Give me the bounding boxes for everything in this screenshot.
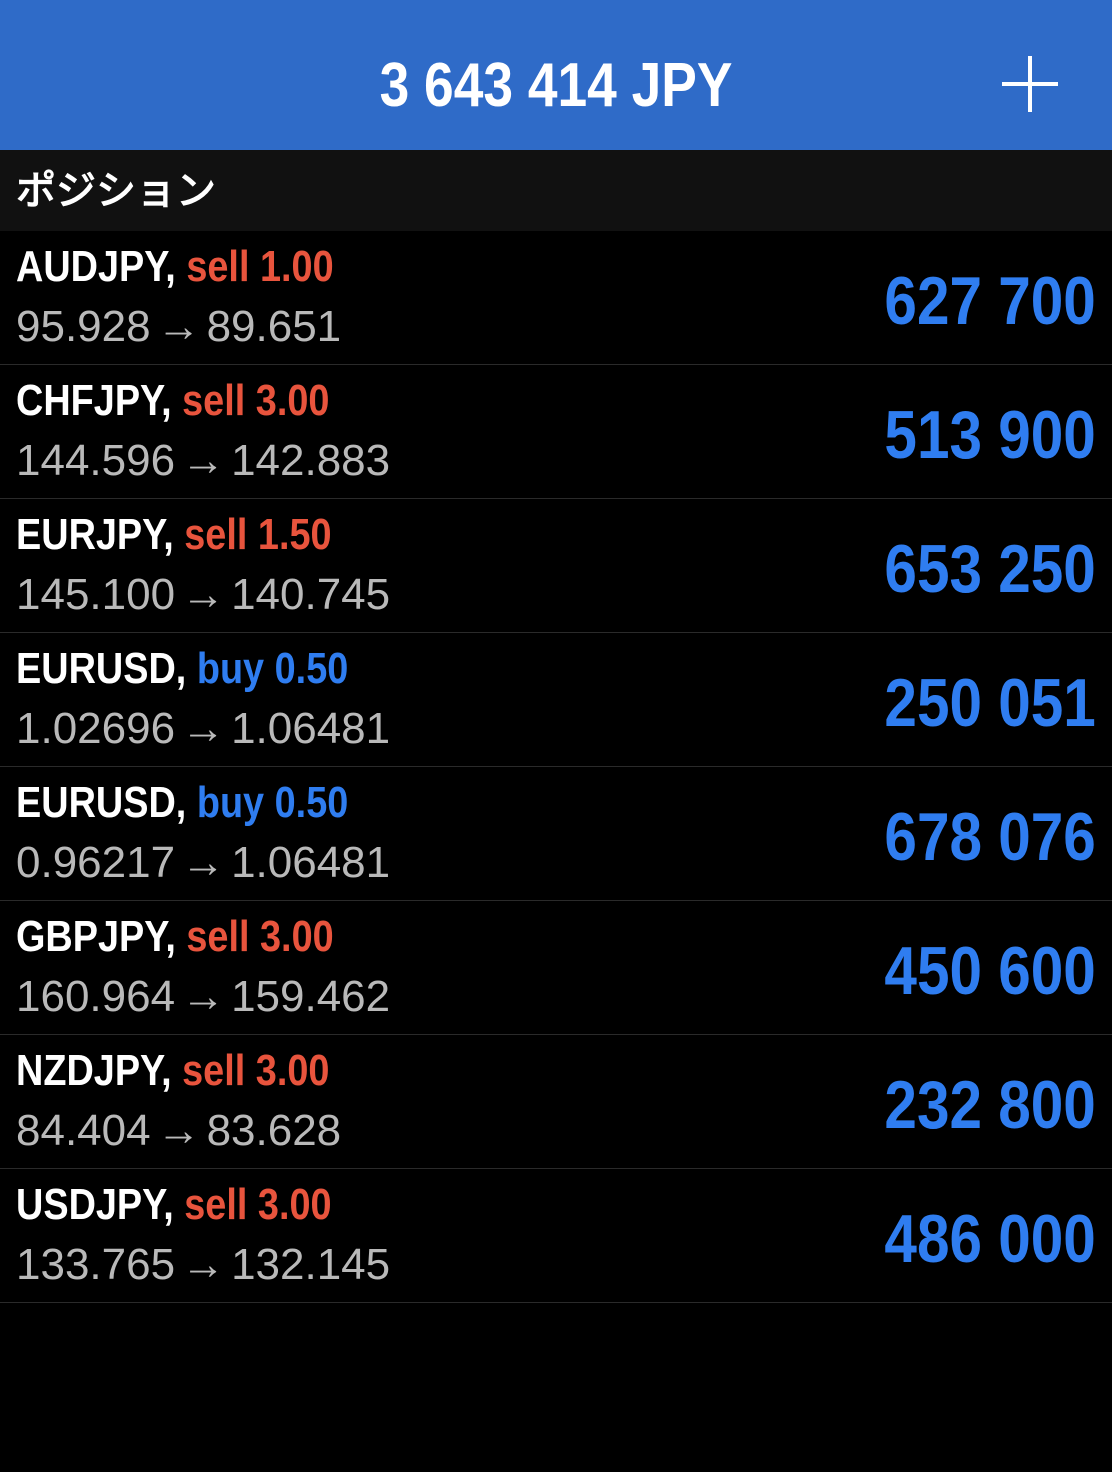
current-price: 132.145 [231, 1240, 391, 1289]
position-row[interactable]: EURUSD, buy 0.50 1.02696 → 1.06481 250 051 [0, 633, 1112, 767]
position-side: buy [196, 644, 265, 693]
position-symbol: USDJPY, [16, 1180, 174, 1229]
position-lots: 3.00 [257, 1180, 332, 1229]
arrow-right-icon: → [181, 704, 226, 753]
current-price: 1.06481 [231, 838, 391, 887]
position-row[interactable]: NZDJPY, sell 3.00 84.404 → 83.628 232 800 [0, 1035, 1112, 1169]
position-side: sell [182, 1046, 246, 1095]
position-profit: 486 000 [884, 1201, 1096, 1277]
position-side: buy [196, 778, 265, 827]
open-price: 0.96217 [16, 838, 176, 887]
open-price: 144.596 [16, 436, 176, 485]
position-lots: 3.00 [255, 376, 330, 425]
balance-header: 3 643 414 JPY [0, 0, 1112, 150]
arrow-right-icon: → [181, 1240, 226, 1289]
position-symbol: AUDJPY, [16, 242, 176, 291]
current-price: 159.462 [231, 972, 391, 1021]
position-symbol: CHFJPY, [16, 376, 172, 425]
position-row[interactable]: EURJPY, sell 1.50 145.100 → 140.745 653 25… [0, 499, 1112, 633]
section-title: ポジション [16, 168, 216, 214]
current-price: 1.06481 [231, 704, 391, 753]
open-price: 133.765 [16, 1240, 176, 1289]
arrow-right-icon: → [156, 1106, 201, 1155]
add-button[interactable] [1002, 56, 1058, 112]
arrow-right-icon: → [156, 302, 201, 351]
position-side: sell [182, 376, 246, 425]
position-symbol: EURUSD, [16, 778, 187, 827]
open-price: 1.02696 [16, 704, 176, 753]
position-lots: 0.50 [274, 644, 349, 693]
positions-list: AUDJPY, sell 1.00 95.928 → 89.651 627 700 … [0, 231, 1112, 1303]
position-lots: 1.50 [257, 510, 332, 559]
position-profit: 450 600 [884, 933, 1096, 1009]
balance-total: 3 643 414 JPY [379, 51, 733, 120]
position-profit: 513 900 [884, 397, 1096, 473]
open-price: 95.928 [16, 302, 151, 351]
position-lots: 1.00 [259, 242, 334, 291]
positions-section-header: ポジション [0, 150, 1112, 231]
position-side: sell [186, 912, 250, 961]
position-side: sell [184, 510, 248, 559]
position-symbol: NZDJPY, [16, 1046, 172, 1095]
position-lots: 0.50 [274, 778, 349, 827]
position-row[interactable]: AUDJPY, sell 1.00 95.928 → 89.651 627 700 [0, 231, 1112, 365]
position-row[interactable]: USDJPY, sell 3.00 133.765 → 132.145 486 00… [0, 1169, 1112, 1303]
position-profit: 627 700 [884, 263, 1096, 339]
open-price: 84.404 [16, 1106, 151, 1155]
current-price: 89.651 [206, 302, 342, 351]
arrow-right-icon: → [181, 436, 226, 485]
position-lots: 3.00 [260, 912, 334, 961]
position-side: sell [184, 1180, 248, 1229]
arrow-right-icon: → [181, 570, 226, 619]
arrow-right-icon: → [181, 838, 226, 887]
open-price: 145.100 [16, 570, 176, 619]
position-row[interactable]: GBPJPY, sell 3.00 160.964 → 159.462 450 60… [0, 901, 1112, 1035]
position-symbol: GBPJPY, [16, 912, 176, 961]
position-row[interactable]: CHFJPY, sell 3.00 144.596 → 142.883 513 90… [0, 365, 1112, 499]
position-profit: 232 800 [884, 1067, 1096, 1143]
position-row[interactable]: EURUSD, buy 0.50 0.96217 → 1.06481 678 076 [0, 767, 1112, 901]
position-profit: 678 076 [884, 799, 1096, 875]
position-lots: 3.00 [255, 1046, 330, 1095]
open-price: 160.964 [16, 972, 176, 1021]
position-profit: 250 051 [884, 665, 1096, 741]
current-price: 83.628 [206, 1106, 342, 1155]
position-side: sell [186, 242, 250, 291]
current-price: 140.745 [231, 570, 391, 619]
current-price: 142.883 [231, 436, 391, 485]
position-profit: 653 250 [884, 531, 1096, 607]
arrow-right-icon: → [181, 972, 226, 1021]
position-symbol: EURJPY, [16, 510, 174, 559]
position-symbol: EURUSD, [16, 644, 187, 693]
